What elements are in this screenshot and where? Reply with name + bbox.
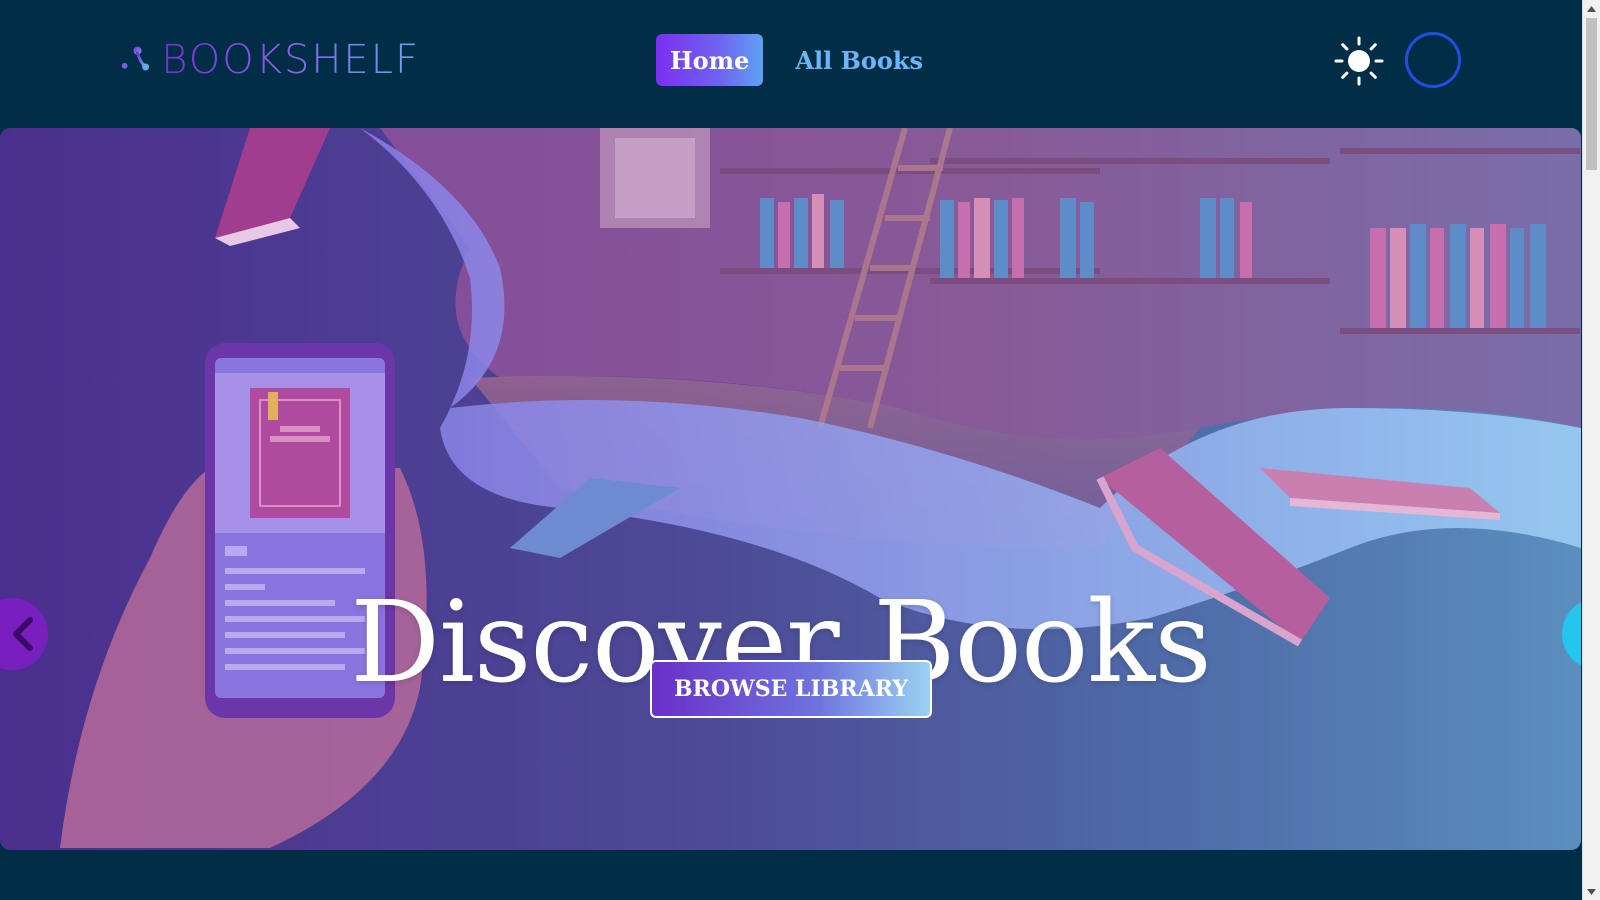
scroll-down-button[interactable] [1583, 883, 1600, 900]
vertical-scrollbar[interactable] [1582, 0, 1600, 900]
navbar: BOOKSHELF Home All Books [0, 0, 1582, 126]
caret-down-icon [1587, 888, 1596, 895]
logo-mark-icon [121, 46, 150, 71]
logo-text: BOOKSHELF [161, 37, 420, 83]
scroll-up-button[interactable] [1583, 0, 1600, 17]
brand-logo[interactable]: BOOKSHELF [120, 30, 420, 90]
main-nav: Home All Books [656, 34, 937, 86]
sun-icon [1334, 36, 1384, 86]
user-avatar[interactable] [1405, 32, 1461, 88]
library-illustration [60, 128, 1581, 848]
theme-toggle-button[interactable] [1334, 36, 1384, 86]
browse-library-button[interactable]: BROWSE LIBRARY [650, 660, 932, 718]
chevron-right-icon [1562, 612, 1563, 613]
nav-all-books-link[interactable]: All Books [781, 34, 937, 86]
scroll-thumb[interactable] [1586, 18, 1597, 170]
chevron-left-icon [13, 617, 33, 651]
nav-home-link[interactable]: Home [656, 34, 764, 86]
caret-up-icon [1587, 5, 1596, 12]
hero-banner: Discover Books BROWSE LIBRARY [0, 128, 1581, 850]
